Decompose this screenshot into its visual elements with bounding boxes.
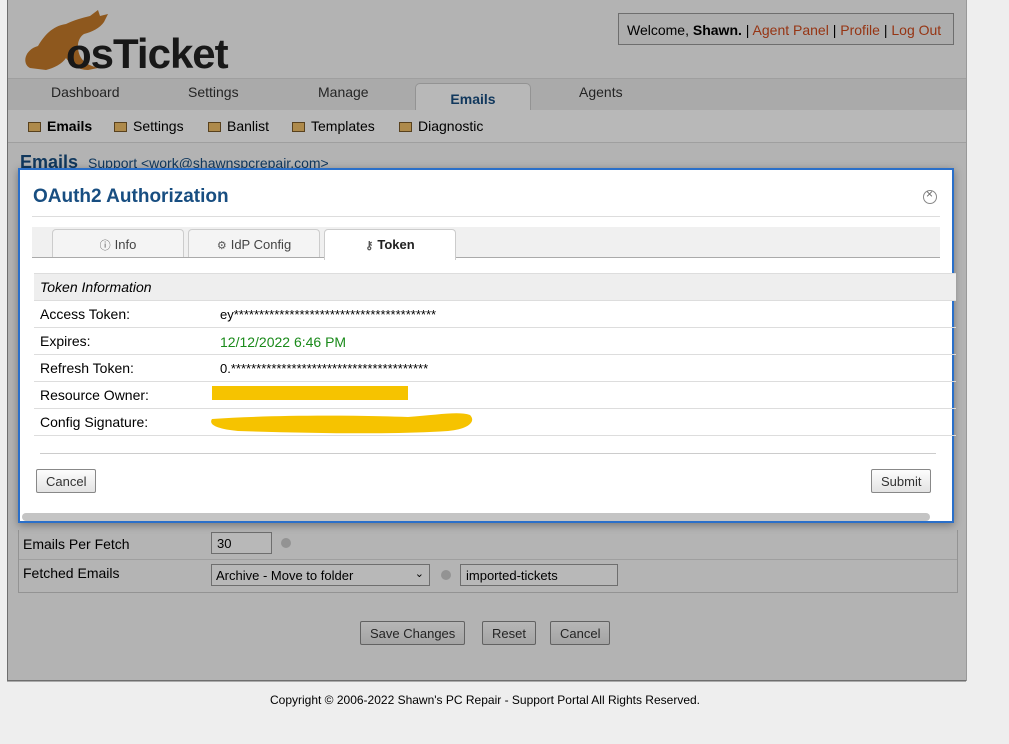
config-signature-label: Config Signature: (40, 414, 149, 430)
key-icon: ⚷ (365, 240, 374, 252)
table-row: Access Token: ey************************… (34, 301, 956, 328)
tab-token[interactable]: ⚷ Token (324, 229, 456, 260)
horizontal-scrollbar[interactable] (22, 513, 930, 521)
token-table: Token Information Access Token: ey******… (34, 273, 956, 436)
gear-icon: ⚙ (216, 240, 227, 252)
tab-idp-config[interactable]: ⚙ IdP Config (188, 229, 320, 257)
access-token-value: ey**************************************… (220, 307, 437, 322)
section-title: Token Information (40, 279, 152, 295)
table-row: Refresh Token: 0.***********************… (34, 355, 956, 382)
refresh-token-label: Refresh Token: (40, 360, 134, 376)
footer-copyright: Copyright © 2006-2022 Shawn's PC Repair … (269, 693, 700, 707)
expires-label: Expires: (40, 333, 91, 349)
table-row: Resource Owner: (34, 382, 956, 409)
table-row: Config Signature: (34, 409, 956, 436)
access-token-label: Access Token: (40, 306, 131, 322)
close-icon[interactable] (923, 187, 937, 204)
dialog-title: OAuth2 Authorization (33, 186, 229, 207)
info-icon: ⓘ (99, 240, 111, 252)
oauth2-dialog: OAuth2 Authorization ⓘInfo ⚙IdP Config ⚷… (18, 168, 956, 523)
divider (40, 453, 936, 454)
refresh-token-value: 0.**************************************… (220, 361, 429, 376)
dialog-cancel-button[interactable]: Cancel (36, 469, 97, 493)
resource-owner-label: Resource Owner: (40, 387, 149, 403)
redaction-mark (211, 413, 473, 434)
dialog-submit-button[interactable]: Submit (871, 469, 932, 493)
expires-value: 12/12/2022 6:46 PM (220, 334, 347, 350)
redaction-mark (212, 386, 408, 400)
table-header: Token Information (34, 274, 956, 301)
tab-info[interactable]: ⓘ Info (52, 229, 184, 257)
divider (32, 216, 940, 217)
table-row: Expires: 12/12/2022 6:46 PM (34, 328, 956, 355)
dialog-tabs: ⓘ Info ⚙ IdP Config ⚷ Token (32, 227, 940, 260)
